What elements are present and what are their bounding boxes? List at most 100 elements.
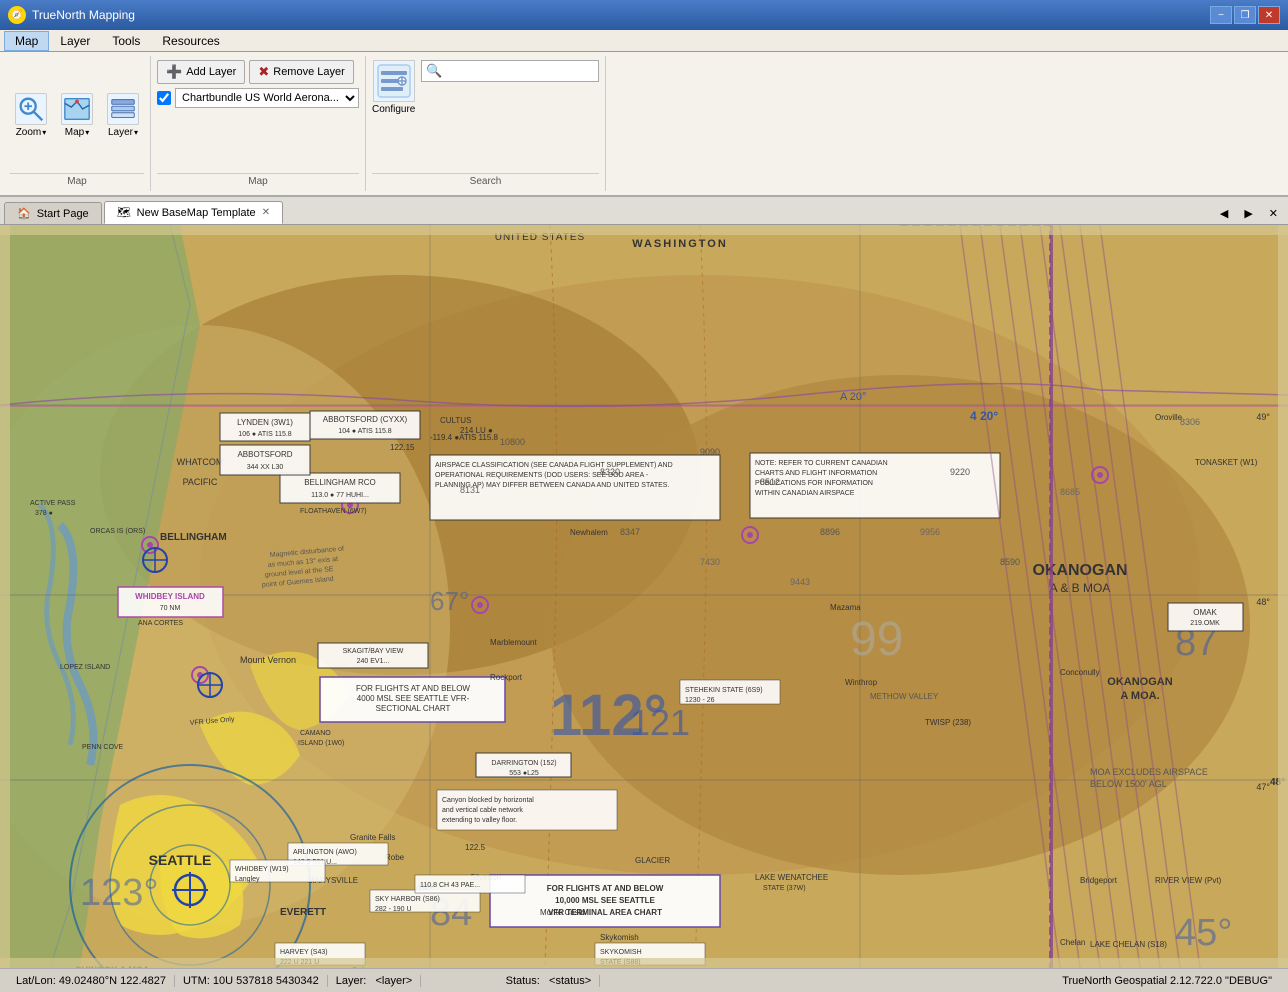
svg-text:PACIFIC: PACIFIC (183, 477, 218, 487)
svg-text:378 ●: 378 ● (35, 510, 53, 517)
add-layer-button[interactable]: ➕ Add Layer (157, 60, 245, 84)
svg-text:ABBOTSFORD (CYXX): ABBOTSFORD (CYXX) (323, 415, 408, 424)
tab-scroll-right[interactable]: ▶ (1238, 205, 1258, 222)
map-actions-group: ➕ Add Layer ✖ Remove Layer Chartbundle U… (151, 56, 366, 191)
search-icon[interactable]: 🔍 (422, 63, 446, 79)
svg-text:Mazama: Mazama (830, 603, 861, 612)
tab-basemap[interactable]: 🗺 New BaseMap Template ✕ (104, 201, 283, 224)
svg-text:344 XX L30: 344 XX L30 (247, 464, 284, 471)
layer-checkbox[interactable] (157, 91, 171, 105)
start-page-icon: 🏠 (17, 207, 31, 220)
svg-text:LOPEZ ISLAND: LOPEZ ISLAND (60, 664, 110, 671)
layer-value: <layer> (376, 975, 413, 987)
search-top: Configure 🔍 (372, 60, 599, 171)
svg-text:RIVER VIEW (Pvt): RIVER VIEW (Pvt) (1155, 876, 1222, 885)
svg-text:104 ● ATIS 115.8: 104 ● ATIS 115.8 (338, 428, 391, 435)
tool-group-items: Zoom ▾ Map ▾ (10, 60, 144, 171)
svg-text:CAMANO: CAMANO (300, 730, 331, 737)
svg-text:OKANOGAN: OKANOGAN (1107, 676, 1172, 688)
tab-start-page[interactable]: 🏠 Start Page (4, 202, 102, 224)
layer-button[interactable]: Layer ▾ (102, 88, 144, 143)
menu-item-resources[interactable]: Resources (151, 31, 230, 51)
configure-button[interactable]: Configure (372, 60, 415, 171)
remove-layer-icon: ✖ (258, 64, 269, 80)
toolbar-tools-group: Zoom ▾ Map ▾ (4, 56, 151, 191)
svg-text:8320: 8320 (600, 467, 620, 477)
svg-text:LAKE WENATCHEE: LAKE WENATCHEE (755, 873, 828, 882)
basemap-label: New BaseMap Template (137, 207, 256, 219)
menu-item-map[interactable]: Map (4, 31, 49, 51)
svg-text:extending to valley floor.: extending to valley floor. (442, 817, 517, 824)
svg-text:FOR FLIGHTS AT AND BELOW: FOR FLIGHTS AT AND BELOW (547, 884, 664, 893)
zoom-label: Zoom (16, 127, 42, 138)
restore-button[interactable]: ❐ (1234, 6, 1256, 24)
search-box: 🔍 (421, 60, 599, 82)
layer-dropdown[interactable]: Chartbundle US World Aerona... (175, 88, 359, 108)
svg-text:SKYKOMISH: SKYKOMISH (600, 949, 642, 956)
svg-text:10,000 MSL SEE SEATTLE: 10,000 MSL SEE SEATTLE (555, 896, 655, 905)
status-value: <status> (549, 975, 591, 987)
map-container[interactable]: WASHINGTON UNITED STATES WHATCOM PACIFIC… (0, 225, 1288, 968)
svg-text:PENN COVE: PENN COVE (82, 744, 124, 751)
svg-text:10800: 10800 (500, 437, 525, 447)
map-icon (61, 93, 93, 125)
svg-text:A 20°: A 20° (840, 391, 866, 403)
map-group-footer: Map (157, 173, 359, 187)
svg-text:HARVEY (S43): HARVEY (S43) (280, 949, 328, 956)
tab-close-all[interactable]: ✕ (1263, 205, 1284, 222)
svg-text:4 20°: 4 20° (970, 409, 998, 423)
svg-text:110.8 CH 43 PAE...: 110.8 CH 43 PAE... (420, 882, 480, 889)
svg-text:Mount Vernon: Mount Vernon (240, 655, 296, 665)
svg-text:LYNDEN (3W1): LYNDEN (3W1) (237, 418, 293, 427)
svg-text:123°: 123° (80, 872, 159, 914)
status-bar: Lat/Lon: 49.02480°N 122.4827 UTM: 10U 53… (0, 968, 1288, 992)
map-view[interactable]: WASHINGTON UNITED STATES WHATCOM PACIFIC… (0, 225, 1288, 968)
map-button[interactable]: Map ▾ (56, 88, 98, 143)
zoom-button[interactable]: Zoom ▾ (10, 88, 52, 143)
svg-text:CULTUS: CULTUS (440, 416, 471, 425)
svg-text:WHIDBEY (W19): WHIDBEY (W19) (235, 866, 289, 873)
svg-text:106 ● ATIS 115.8: 106 ● ATIS 115.8 (238, 431, 291, 438)
tab-scroll-left[interactable]: ◀ (1214, 205, 1234, 222)
close-button[interactable]: ✕ (1258, 6, 1280, 24)
version-display: TrueNorth Geospatial 2.12.722.0 "DEBUG" (1054, 975, 1280, 987)
svg-text:AIRSPACE CLASSIFICATION (SEE C: AIRSPACE CLASSIFICATION (SEE CANADA FLIG… (435, 462, 673, 469)
svg-text:1230 - 26: 1230 - 26 (685, 697, 715, 704)
svg-text:LAKE CHELAN (S18): LAKE CHELAN (S18) (1090, 940, 1167, 949)
svg-text:ORCAS IS (ORS): ORCAS IS (ORS) (90, 528, 145, 535)
search-footer: Search (372, 173, 599, 187)
title-bar-controls: − ❐ ✕ (1210, 6, 1280, 24)
svg-text:and vertical cable network: and vertical cable network (442, 807, 523, 814)
svg-text:-119.4 ●ATIS 115.8: -119.4 ●ATIS 115.8 (430, 433, 499, 442)
menu-item-layer[interactable]: Layer (49, 31, 101, 51)
svg-text:122.5: 122.5 (465, 843, 486, 852)
svg-text:TWISP (238): TWISP (238) (925, 718, 971, 727)
svg-text:Conconully: Conconully (1060, 668, 1100, 677)
svg-text:99: 99 (850, 613, 903, 666)
svg-text:Granite Falls: Granite Falls (350, 833, 395, 842)
svg-text:121: 121 (630, 702, 690, 743)
svg-text:ACTIVE PASS: ACTIVE PASS (30, 500, 76, 507)
svg-text:TONASKET (W1): TONASKET (W1) (1195, 458, 1258, 467)
title-bar: 🧭 TrueNorth Mapping − ❐ ✕ (0, 0, 1288, 30)
svg-text:ABBOTSFORD: ABBOTSFORD (237, 450, 292, 459)
tab-controls: ◀ ▶ ✕ (1214, 205, 1284, 224)
svg-text:Winthrop: Winthrop (845, 678, 878, 687)
map-group-top: ➕ Add Layer ✖ Remove Layer (157, 60, 359, 84)
svg-text:48°: 48° (1256, 597, 1270, 607)
svg-text:9443: 9443 (790, 577, 810, 587)
svg-text:SECTIONAL CHART: SECTIONAL CHART (376, 704, 451, 713)
search-input[interactable] (447, 63, 598, 79)
svg-text:Langley: Langley (235, 876, 260, 883)
svg-text:Rockport: Rockport (490, 673, 523, 682)
svg-text:WHATCOM: WHATCOM (177, 457, 224, 467)
remove-layer-button[interactable]: ✖ Remove Layer (249, 60, 353, 84)
svg-text:METHOW VALLEY: METHOW VALLEY (870, 692, 939, 701)
minimize-button[interactable]: − (1210, 6, 1232, 24)
status-label: Status: <status> (421, 975, 600, 987)
menu-item-tools[interactable]: Tools (101, 31, 151, 51)
svg-text:CHARTS AND FLIGHT INFORMATION: CHARTS AND FLIGHT INFORMATION (755, 470, 877, 477)
svg-text:8306: 8306 (1180, 417, 1200, 427)
svg-text:A & B MOA: A & B MOA (1050, 581, 1111, 595)
tab-close-button[interactable]: ✕ (262, 207, 270, 218)
